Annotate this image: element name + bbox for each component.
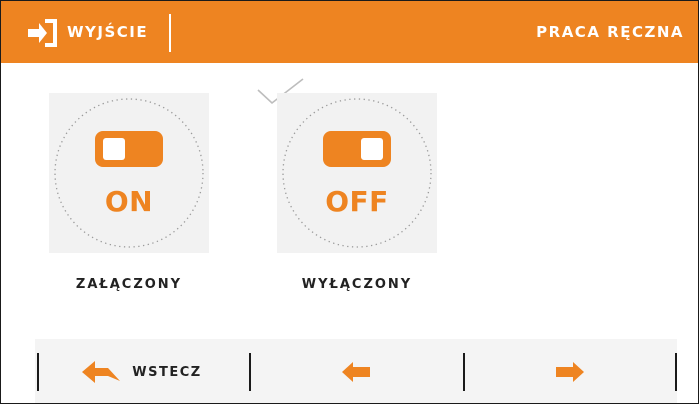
back-arrow-icon <box>82 361 121 383</box>
previous-button[interactable] <box>249 339 463 403</box>
back-button[interactable]: WSTECZ <box>35 339 249 403</box>
exit-label: WYJŚCIE <box>67 23 149 41</box>
arrow-right-icon <box>556 362 584 382</box>
next-button[interactable] <box>463 339 677 403</box>
dotted-ring <box>282 98 432 248</box>
toggle-on-icon <box>95 131 163 167</box>
state-off-text: OFF <box>325 185 389 218</box>
back-label: WSTECZ <box>132 364 202 380</box>
option-on-button[interactable]: ON <box>49 93 209 253</box>
state-on-text: ON <box>104 185 154 218</box>
option-off-label: WYŁĄCZONY <box>301 277 413 292</box>
exit-button[interactable]: WYJŚCIE <box>1 1 169 63</box>
option-off-button[interactable]: OFF <box>277 93 437 253</box>
dotted-ring <box>54 98 204 248</box>
header-divider <box>169 14 171 52</box>
option-on-label: ZAŁĄCZONY <box>75 277 183 292</box>
exit-icon <box>28 19 57 47</box>
toggle-off-icon <box>323 131 391 167</box>
manual-mode-screen: WYJŚCIE PRACA RĘCZNA ON ZAŁĄCZONY OFF WY… <box>0 0 699 404</box>
page-title: PRACA RĘCZNA <box>536 23 684 41</box>
arrow-left-icon <box>342 362 370 382</box>
nav-divider <box>675 353 677 391</box>
bottom-nav: WSTECZ <box>35 339 677 403</box>
header-bar: WYJŚCIE PRACA RĘCZNA <box>1 1 698 63</box>
